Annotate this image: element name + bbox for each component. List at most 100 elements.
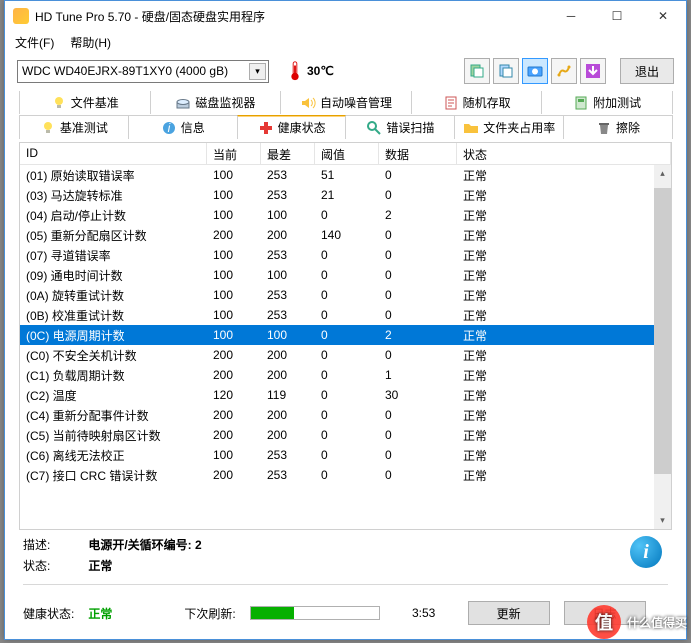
maximize-button[interactable]: ☐ [594,1,640,31]
tab-error-scan[interactable]: 错误扫描 [345,115,455,139]
scrollbar[interactable]: ▴ ▾ [654,165,671,529]
cell-id: (04) 启动/停止计数 [20,207,207,224]
trash-icon [596,120,612,136]
cell-data: 2 [379,328,457,342]
col-header-id[interactable]: ID [20,143,207,164]
cell-worst: 200 [261,408,315,422]
table-row[interactable]: (C2) 温度120119030正常 [20,385,671,405]
copy-info-button[interactable] [464,58,490,84]
cell-worst: 253 [261,308,315,322]
table-row[interactable]: (C0) 不安全关机计数20020000正常 [20,345,671,365]
tab-benchmark[interactable]: 基准测试 [19,115,129,139]
window-title: HD Tune Pro 5.70 - 硬盘/固态硬盘实用程序 [35,8,548,25]
table-row[interactable]: (09) 通电时间计数10010000正常 [20,265,671,285]
cell-worst: 200 [261,428,315,442]
scrollbar-thumb[interactable] [654,188,671,474]
table-row[interactable]: (05) 重新分配扇区计数2002001400正常 [20,225,671,245]
cell-threshold: 51 [315,168,379,182]
cell-id: (C6) 离线无法校正 [20,447,207,464]
table-row[interactable]: (C4) 重新分配事件计数20020000正常 [20,405,671,425]
lightbulb-icon [40,120,56,136]
titlebar[interactable]: HD Tune Pro 5.70 - 硬盘/固态硬盘实用程序 ─ ☐ ✕ [5,1,686,31]
tab-aam[interactable]: 自动噪音管理 [280,91,412,114]
thermometer-icon [287,60,303,82]
cell-id: (C1) 负载周期计数 [20,367,207,384]
tab-info[interactable]: i信息 [128,115,238,139]
cell-status: 正常 [457,267,671,284]
table-row[interactable]: (07) 寻道错误率10025300正常 [20,245,671,265]
table-row[interactable]: (C7) 接口 CRC 错误计数20025300正常 [20,465,671,485]
copy-screenshot-button[interactable] [493,58,519,84]
col-header-data[interactable]: 数据 [379,143,457,164]
scroll-down-button[interactable]: ▾ [654,512,671,529]
table-row[interactable]: (C6) 离线无法校正10025300正常 [20,445,671,465]
screenshot-button[interactable] [522,58,548,84]
cell-current: 200 [207,428,261,442]
refresh-button[interactable]: 更新 [468,601,550,625]
cell-threshold: 0 [315,408,379,422]
tab-folder-usage[interactable]: 文件夹占用率 [454,115,564,139]
table-row[interactable]: (04) 启动/停止计数10010002正常 [20,205,671,225]
cell-id: (09) 通电时间计数 [20,267,207,284]
cell-data: 0 [379,448,457,462]
menu-help[interactable]: 帮助(H) [70,34,111,51]
cell-worst: 119 [261,388,315,402]
table-row[interactable]: (C5) 当前待映射扇区计数20020000正常 [20,425,671,445]
next-refresh-label: 下次刷新: [184,605,235,622]
lightbulb-icon [51,95,67,111]
cell-status: 正常 [457,227,671,244]
cell-current: 100 [207,188,261,202]
table-row[interactable]: (0B) 校准重试计数10025300正常 [20,305,671,325]
tab-health[interactable]: 健康状态 [237,115,347,139]
tab-disk-monitor[interactable]: 磁盘监视器 [150,91,282,114]
smart-table: ID 当前 最差 阈值 数据 状态 (01) 原始读取错误率100253510正… [19,142,672,530]
scroll-up-button[interactable]: ▴ [654,165,671,182]
table-row[interactable]: (0C) 电源周期计数10010002正常 [20,325,671,345]
temperature-value: 30℃ [307,64,334,78]
exit-button[interactable]: 退出 [620,58,674,84]
minimize-button[interactable]: ─ [548,1,594,31]
col-header-current[interactable]: 当前 [207,143,261,164]
table-row[interactable]: (01) 原始读取错误率100253510正常 [20,165,671,185]
toolbar: WDC WD40EJRX-89T1XY0 (4000 gB) ▾ 30℃ 退出 [5,53,686,89]
cell-status: 正常 [457,247,671,264]
cell-status: 正常 [457,307,671,324]
cell-threshold: 21 [315,188,379,202]
col-header-worst[interactable]: 最差 [261,143,315,164]
cell-current: 200 [207,368,261,382]
svg-text:i: i [167,121,170,135]
tab-file-benchmark[interactable]: 文件基准 [19,91,151,114]
cell-current: 100 [207,248,261,262]
cell-threshold: 0 [315,328,379,342]
cell-id: (C2) 温度 [20,387,207,404]
close-button[interactable]: ✕ [640,1,686,31]
health-status-value: 正常 [88,605,162,622]
cell-data: 0 [379,168,457,182]
drive-select[interactable]: WDC WD40EJRX-89T1XY0 (4000 gB) ▾ [17,60,269,83]
cell-status: 正常 [457,187,671,204]
table-row[interactable]: (03) 马达旋转标准100253210正常 [20,185,671,205]
chevron-down-icon[interactable]: ▾ [249,63,266,80]
cell-threshold: 0 [315,468,379,482]
options-button[interactable] [551,58,577,84]
menu-file[interactable]: 文件(F) [15,34,54,51]
cell-threshold: 0 [315,448,379,462]
cell-worst: 200 [261,368,315,382]
watermark: 值 什么值得买 [587,605,687,639]
save-button[interactable] [580,58,606,84]
tab-erase[interactable]: 擦除 [563,115,673,139]
cell-status: 正常 [457,327,671,344]
table-row[interactable]: (0A) 旋转重试计数10025300正常 [20,285,671,305]
cell-worst: 253 [261,448,315,462]
col-header-status[interactable]: 状态 [457,143,671,164]
info-button[interactable]: i [630,536,662,568]
tab-random-access[interactable]: 随机存取 [411,91,543,114]
cell-id: (C0) 不安全关机计数 [20,347,207,364]
cell-worst: 253 [261,188,315,202]
table-row[interactable]: (C1) 负载周期计数20020001正常 [20,365,671,385]
cell-data: 0 [379,288,457,302]
folder-icon [463,120,479,136]
cell-id: (C4) 重新分配事件计数 [20,407,207,424]
col-header-threshold[interactable]: 阈值 [315,143,379,164]
tab-extra-tests[interactable]: 附加测试 [541,91,673,114]
